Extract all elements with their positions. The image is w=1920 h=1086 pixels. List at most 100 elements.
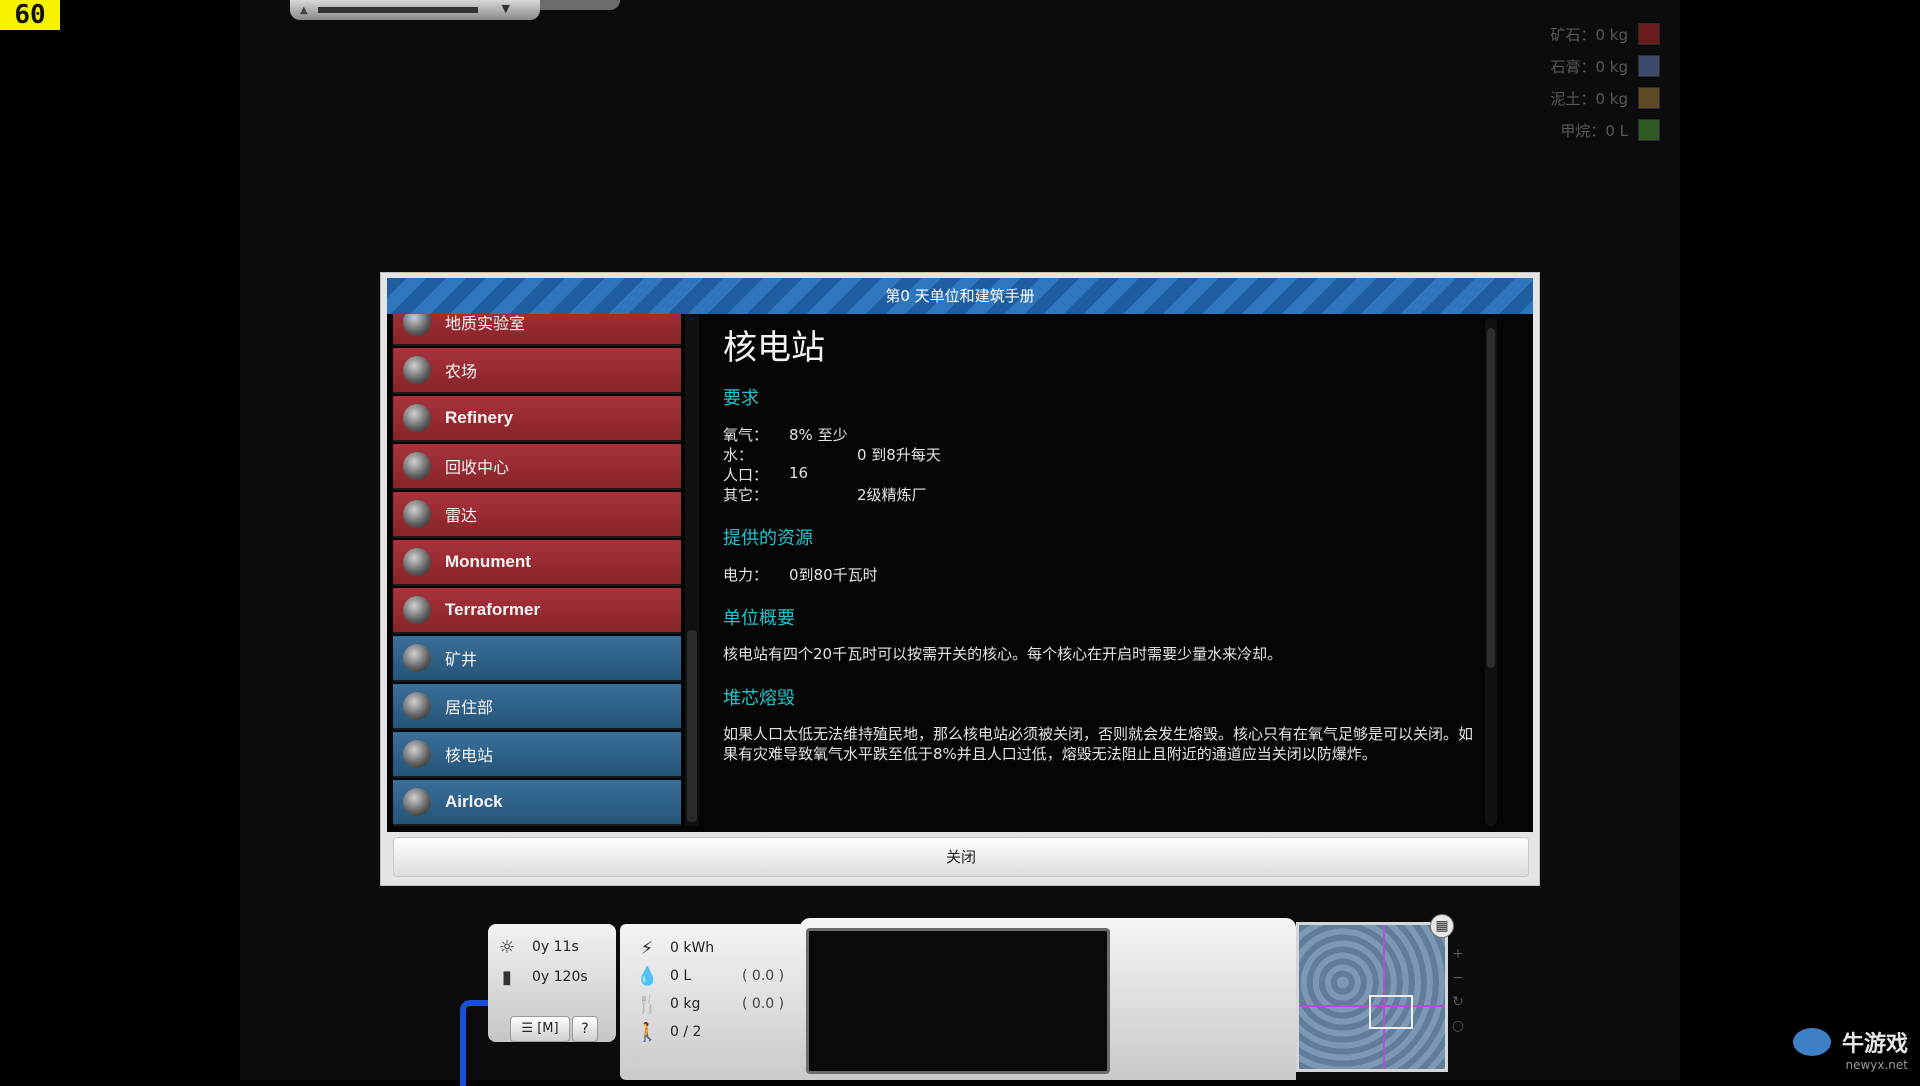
top-toolbar-extension — [540, 0, 620, 10]
requirement-key: 氧气： — [723, 426, 769, 444]
dialog-body: 地质实验室 农场 Refinery 回收中心 雷达 Monument Terra… — [387, 314, 1533, 832]
minimap-controls: + − ↻ ○ — [1448, 946, 1468, 1046]
zoom-in-icon[interactable]: + — [1448, 946, 1468, 970]
grid-icon[interactable]: ▦ — [1430, 914, 1454, 938]
provided-value: 0到80千瓦时 — [789, 566, 878, 584]
minimap-viewport[interactable] — [1369, 995, 1413, 1029]
stat-row: ⚡ 0 kWh — [620, 934, 810, 962]
requirement-row: 人口： 16 — [723, 464, 808, 485]
hud-time-row: ☼ 0y 11s — [488, 932, 616, 962]
monument-icon — [403, 548, 431, 576]
methane-icon — [1638, 119, 1660, 141]
menu-button[interactable]: ☰ [M] — [510, 1016, 570, 1042]
hud-time-row: ▮ 0y 120s — [488, 962, 616, 992]
provided-key: 电力： — [723, 566, 769, 584]
overview-text: 核电站有四个20千瓦时可以按需开关的核心。每个核心在开启时需要少量水来冷却。 — [723, 645, 1283, 663]
resource-label: 甲烷：0 L — [1560, 121, 1628, 140]
list-item-radar[interactable]: 雷达 — [393, 492, 681, 538]
sun-icon: ☼ — [498, 936, 516, 958]
resource-row: 泥土：0 kg — [1460, 82, 1660, 114]
time-elapsed: 0y 11s — [532, 939, 579, 955]
fork-knife-icon: 🍴 — [636, 993, 659, 1015]
dirt-icon — [1638, 87, 1660, 109]
watermark: 牛游戏 newyx.net — [1792, 1026, 1908, 1072]
detail-scrollbar-thumb[interactable] — [1487, 328, 1495, 668]
list-item-airlock[interactable]: Airlock — [393, 780, 681, 826]
requirement-key: 其它： — [723, 486, 769, 504]
requirement-value: 0 到8升每天 — [857, 446, 941, 464]
zoom-out-icon[interactable]: − — [1448, 970, 1468, 994]
provided-row: 电力： 0到80千瓦时 — [723, 564, 878, 585]
list-scrollbar[interactable] — [685, 314, 699, 826]
resource-label: 矿石：0 kg — [1550, 25, 1628, 44]
farm-icon — [403, 356, 431, 384]
resource-label: 泥土：0 kg — [1550, 89, 1628, 108]
logo-icon — [1792, 1028, 1831, 1056]
requirement-row: 其它： 2级精炼厂 — [723, 484, 927, 505]
detail-title: 核电站 — [723, 328, 825, 368]
watermark-name: 牛游戏 — [1841, 1032, 1908, 1057]
radar-icon — [403, 500, 431, 528]
list-item-label: 地质实验室 — [445, 314, 526, 333]
stat-row: 🚶 0 / 2 — [620, 1018, 810, 1046]
building-list: 地质实验室 农场 Refinery 回收中心 雷达 Monument Terra… — [393, 314, 681, 826]
population-value: 0 / 2 — [670, 1024, 702, 1040]
time-total: 0y 120s — [532, 969, 588, 985]
list-item-label: 居住部 — [445, 698, 494, 717]
terraformer-icon — [403, 596, 431, 624]
habitat-icon — [403, 692, 431, 720]
power-icon: ⚡ — [640, 937, 654, 959]
food-value: 0 kg — [670, 996, 701, 1012]
minimap[interactable] — [1296, 922, 1448, 1072]
list-item-farm[interactable]: 农场 — [393, 348, 681, 394]
person-icon: 🚶 — [636, 1021, 659, 1043]
detail-panel: 核电站 要求 氧气： 8% 至少 水： 0 到8升每天 人口： 16 其它： 2… — [723, 314, 1503, 826]
requirements-heading: 要求 — [723, 388, 759, 409]
chevron-down-icon[interactable]: ▼ — [502, 2, 510, 15]
top-progress-bar — [318, 7, 478, 13]
dialog-header: 第0 天单位和建筑手册 — [387, 278, 1533, 314]
list-item-label: Monument — [445, 552, 531, 571]
list-item-terraformer[interactable]: Terraformer — [393, 588, 681, 634]
detail-scrollbar[interactable] — [1485, 318, 1497, 826]
list-item-label: 矿井 — [445, 650, 478, 669]
list-item-nuclear[interactable]: 核电站 — [393, 732, 681, 778]
water-rate: ( 0.0 ) — [742, 968, 785, 984]
list-item-label: Airlock — [445, 792, 503, 811]
food-rate: ( 0.0 ) — [742, 996, 785, 1012]
handbook-dialog: 第0 天单位和建筑手册 地质实验室 农场 Refinery 回收中心 雷达 Mo… — [380, 272, 1540, 886]
overview-heading: 单位概要 — [723, 608, 795, 629]
resource-row: 矿石：0 kg — [1460, 18, 1660, 50]
ore-icon — [1638, 23, 1660, 45]
triangle-icon: ▲ — [300, 5, 308, 16]
list-item-label: Terraformer — [445, 600, 541, 619]
fps-counter: 60 — [0, 0, 60, 30]
list-item-recycling[interactable]: 回收中心 — [393, 444, 681, 490]
rotate-icon[interactable]: ↻ — [1448, 994, 1468, 1018]
top-toolbar-widget[interactable]: ▲ ▼ — [290, 0, 540, 20]
list-item-label: 核电站 — [445, 746, 494, 765]
resources-heading: 提供的资源 — [723, 528, 813, 549]
list-item-monument[interactable]: Monument — [393, 540, 681, 586]
meltdown-heading: 堆芯熔毁 — [723, 688, 795, 709]
help-button[interactable]: ? — [572, 1016, 598, 1042]
recycling-icon — [403, 452, 431, 480]
hud-stats-panel: ⚡ 0 kWh 💧 0 L ( 0.0 ) 🍴 0 kg ( 0.0 ) 🚶 0… — [620, 924, 810, 1080]
refinery-icon — [403, 404, 431, 432]
list-item-refinery[interactable]: Refinery — [393, 396, 681, 442]
requirement-row: 氧气： 8% 至少 — [723, 424, 848, 445]
list-item-habitat[interactable]: 居住部 — [393, 684, 681, 730]
reset-icon[interactable]: ○ — [1448, 1018, 1468, 1042]
list-item-label: 回收中心 — [445, 458, 510, 477]
power-value: 0 kWh — [670, 940, 715, 956]
nuclear-icon — [403, 740, 431, 768]
list-item-mine[interactable]: 矿井 — [393, 636, 681, 682]
close-button[interactable]: 关闭 — [393, 837, 1529, 877]
requirement-key: 人口： — [723, 466, 769, 484]
list-scrollbar-thumb[interactable] — [687, 630, 697, 822]
list-item-label: 雷达 — [445, 506, 478, 525]
mine-icon — [403, 644, 431, 672]
list-item-geology-lab[interactable]: 地质实验室 — [393, 314, 681, 346]
requirement-value: 16 — [789, 464, 809, 482]
requirement-row: 水： 0 到8升每天 — [723, 444, 941, 465]
